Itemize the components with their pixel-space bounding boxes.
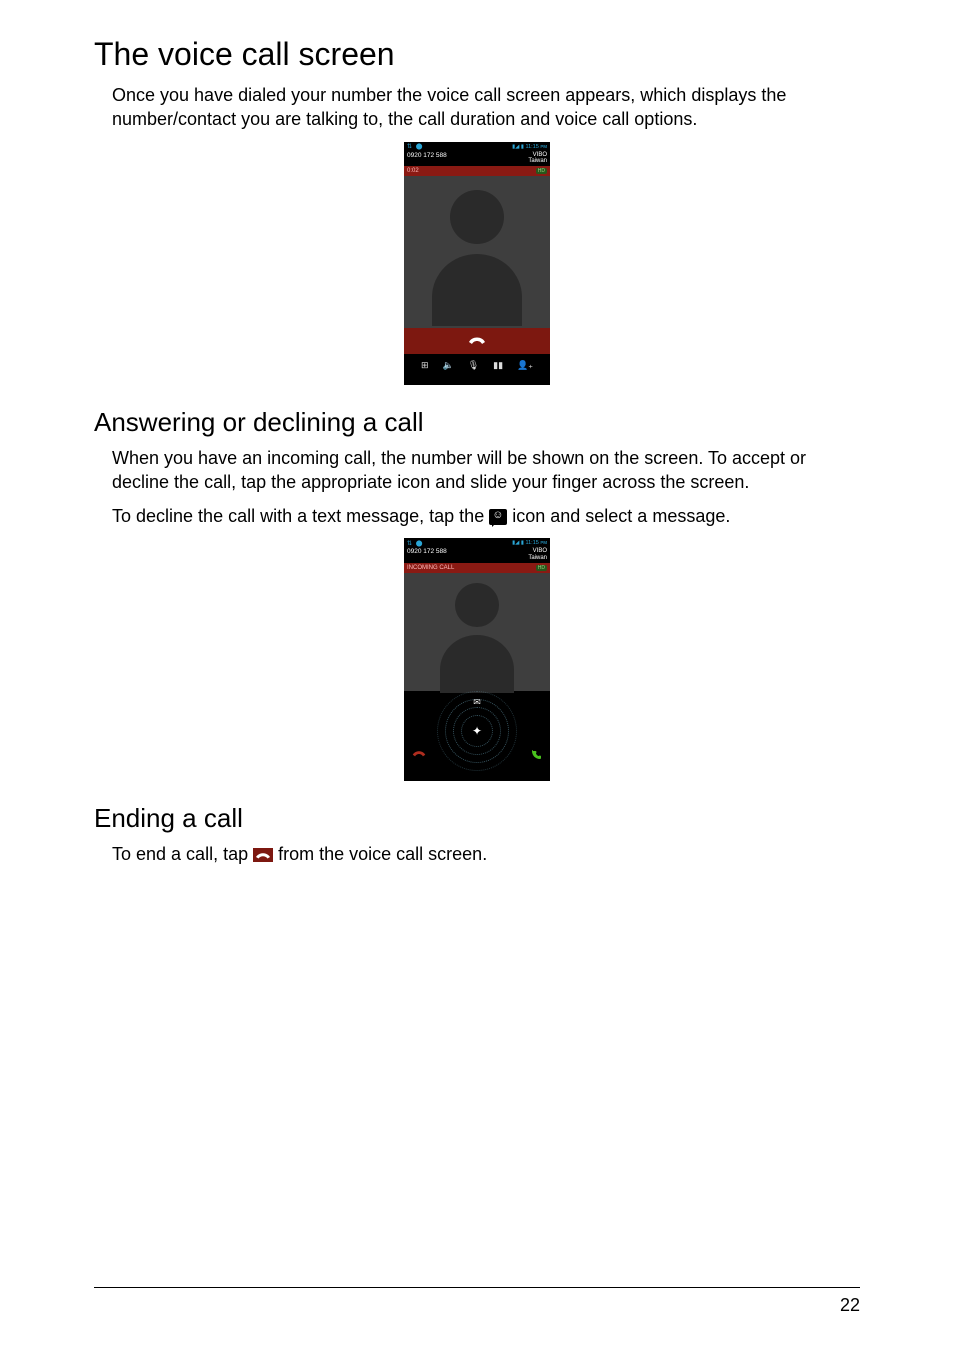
message-icon [489, 509, 507, 525]
end-call-icon [468, 336, 486, 346]
p3-part1: To decline the call with a text message,… [112, 506, 489, 526]
heading-voice-call-screen: The voice call screen [94, 36, 860, 73]
para-answer-decline-desc: When you have an incoming call, the numb… [112, 446, 860, 495]
footer-rule [94, 1287, 860, 1288]
p3-part2: icon and select a message. [512, 506, 730, 526]
hold-icon[interactable]: ▮▮ [493, 360, 503, 371]
incoming-call-label: INCOMING CALL [407, 565, 454, 571]
phone-mock-active-call: ⇅ ⬤ ▮◢ ▮ 11:15 ᴘᴍ 0920 172 588 VIBO Taiw… [404, 142, 550, 385]
figure-incoming-call-screen: ⇅ ⬤ ▮◢ ▮ 11:15 ᴘᴍ 0920 172 588 VIBO Taiw… [94, 538, 860, 781]
carrier-line1: VIBO [533, 152, 547, 158]
answer-call-icon[interactable] [530, 749, 542, 764]
call-number: 0920 172 588 [407, 548, 447, 561]
figure-voice-call-screen: ⇅ ⬤ ▮◢ ▮ 11:15 ᴘᴍ 0920 172 588 VIBO Taiw… [94, 142, 860, 385]
slide-handle-icon[interactable]: ✦ [472, 724, 482, 738]
status-right-icons: ▮◢ ▮ 11:15 ᴘᴍ [512, 144, 547, 150]
p4-part1: To end a call, tap [112, 844, 253, 864]
add-contact-icon[interactable]: 👤₊ [517, 360, 533, 371]
decline-call-icon[interactable] [412, 749, 426, 762]
call-duration: 0:02 [407, 168, 419, 174]
status-left-icons: ⇅ ⬤ [407, 540, 423, 547]
mute-icon[interactable]: 🎙 [468, 360, 479, 371]
heading-answering-declining: Answering or declining a call [94, 407, 860, 438]
call-number: 0920 172 588 [407, 152, 447, 165]
carrier-info: VIBO Taiwan [528, 152, 547, 165]
heading-ending-call: Ending a call [94, 803, 860, 834]
speaker-icon[interactable]: 🔈 [443, 360, 454, 371]
carrier-info: VIBO Taiwan [528, 548, 547, 561]
end-call-bar[interactable] [404, 328, 550, 354]
para-end-call: To end a call, tap from the voice call s… [112, 842, 860, 866]
status-left-icons: ⇅ ⬤ [407, 143, 423, 150]
carrier-line1: VIBO [533, 548, 547, 554]
para-decline-with-message: To decline the call with a text message,… [112, 504, 860, 528]
sms-reply-icon[interactable]: ✉ [473, 697, 481, 708]
dialpad-icon[interactable]: ⊞ [421, 360, 429, 371]
page-number: 22 [840, 1295, 860, 1316]
answer-ring-control[interactable]: ✉ ✦ [404, 691, 550, 773]
p4-part2: from the voice call screen. [278, 844, 487, 864]
para-voice-call-desc: Once you have dialed your number the voi… [112, 83, 860, 132]
carrier-line2: Taiwan [528, 555, 547, 561]
contact-avatar [404, 573, 550, 691]
hd-badge: HD [536, 168, 547, 174]
end-call-icon [253, 848, 273, 862]
status-right-icons: ▮◢ ▮ 11:15 ᴘᴍ [512, 540, 547, 546]
hd-badge: HD [536, 565, 547, 571]
phone-mock-incoming-call: ⇅ ⬤ ▮◢ ▮ 11:15 ᴘᴍ 0920 172 588 VIBO Taiw… [404, 538, 550, 781]
contact-avatar [404, 176, 550, 328]
carrier-line2: Taiwan [528, 158, 547, 164]
